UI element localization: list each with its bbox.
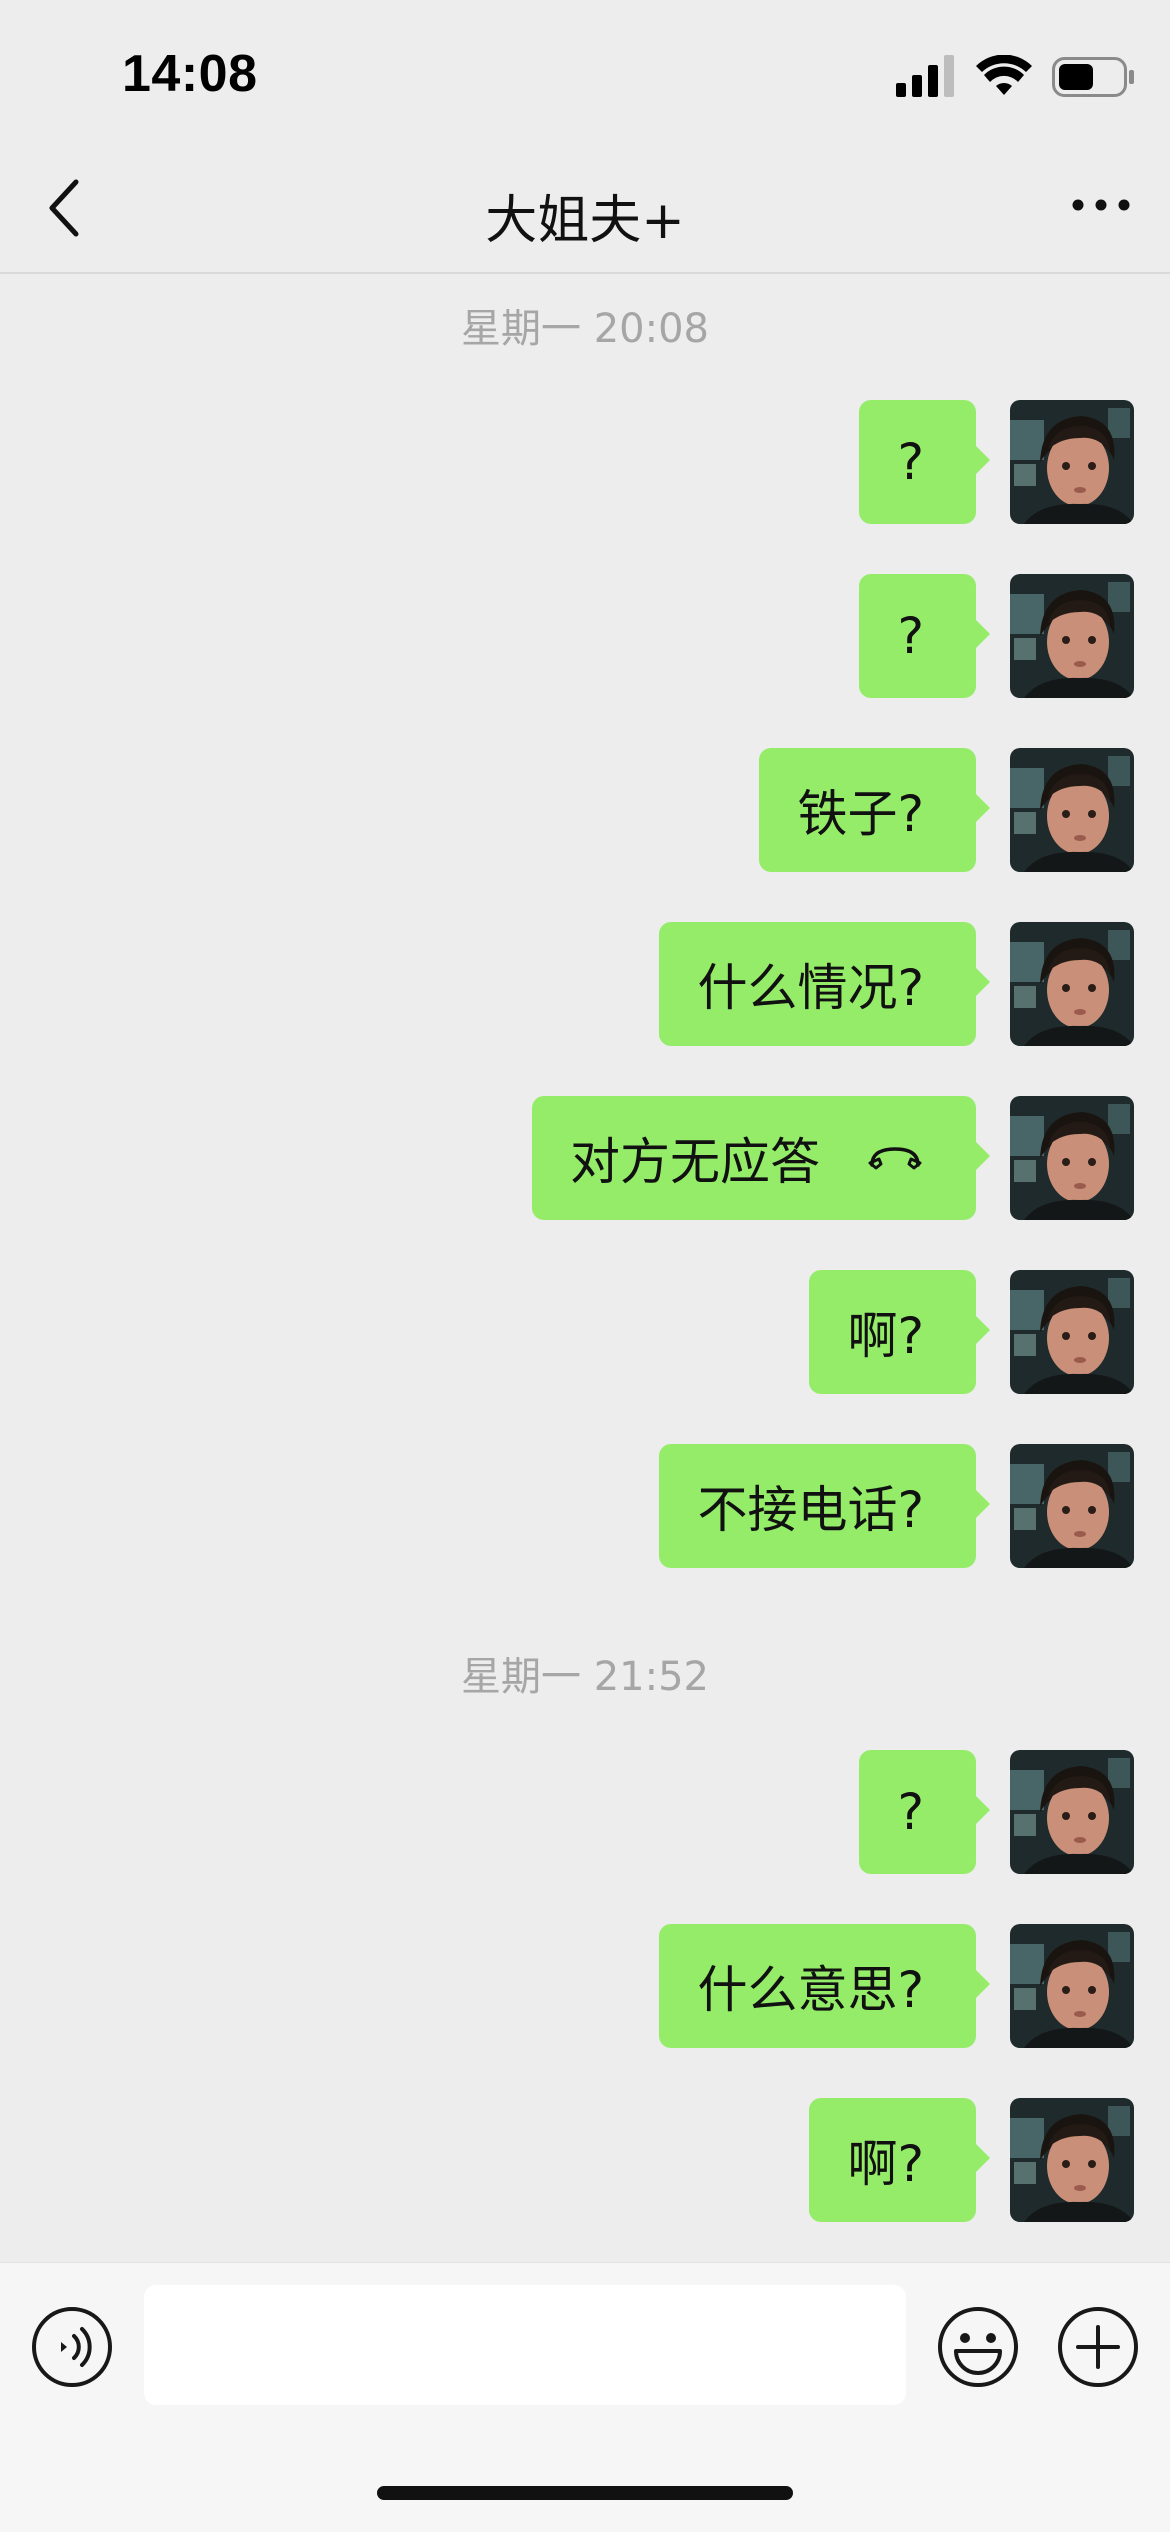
message-text: ? [897,433,924,491]
message-bubble[interactable]: 啊? [809,1270,990,1394]
avatar[interactable] [1010,400,1134,524]
message-text: 什么情况? [697,959,924,1017]
message-row: 啊? [34,1270,1134,1394]
message-text: ? [897,1783,924,1841]
message-row: ? [34,574,1134,698]
message-row: 铁子? [34,748,1134,872]
message-row: 不接电话? [34,1444,1134,1568]
call-record-bubble[interactable]: 对方无应答 [532,1096,990,1220]
avatar[interactable] [1010,922,1134,1046]
chat-timestamp: 星期一 21:52 [461,1654,709,1700]
message-bubble[interactable]: ? [859,400,990,524]
plus-icon[interactable] [1056,2305,1140,2389]
message-row: 啊? [34,2098,1134,2222]
message-bubble[interactable]: 铁子? [759,748,990,872]
avatar[interactable] [1010,2098,1134,2222]
chat-title: 大姐夫+ [485,191,685,251]
message-bubble[interactable]: 什么情况? [659,922,990,1046]
avatar[interactable] [1010,574,1134,698]
emoji-icon[interactable] [936,2305,1020,2389]
status-icons [896,55,1136,101]
avatar[interactable] [1010,748,1134,872]
message-text: 对方无应答 [570,1133,820,1191]
message-row: ? [34,1750,1134,1874]
chat-screen: 14:08 大姐夫+ 星期一 20:08 ? ? 铁子? 什么情况? 对方无应答… [0,0,1170,2532]
message-row: ? [34,400,1134,524]
voice-input-icon[interactable] [30,2305,114,2389]
more-options-icon[interactable] [1066,180,1136,230]
message-bubble[interactable]: 不接电话? [659,1444,990,1568]
message-text: 铁子? [797,785,924,843]
message-bubble[interactable]: ? [859,1750,990,1874]
nav-bar: 大姐夫+ [0,150,1170,274]
message-row: 什么意思? [34,1924,1134,2048]
message-row: 对方无应答 [34,1096,1134,1220]
status-time: 14:08 [122,45,258,103]
message-bubble[interactable]: ? [859,574,990,698]
avatar[interactable] [1010,1444,1134,1568]
message-text: 啊? [847,2135,924,2193]
message-bubble[interactable]: 什么意思? [659,1924,990,2048]
battery-icon [1052,57,1134,97]
phone-hangup-icon [868,1147,922,1170]
avatar[interactable] [1010,1750,1134,1874]
status-bar: 14:08 [0,0,1170,150]
avatar[interactable] [1010,1924,1134,2048]
wifi-icon [976,55,1032,95]
message-text: 不接电话? [697,1481,924,1539]
message-bubble[interactable]: 啊? [809,2098,990,2222]
message-input[interactable] [144,2285,906,2405]
avatar[interactable] [1010,1096,1134,1220]
message-text: ? [897,607,924,665]
message-text: 什么意思? [697,1961,924,2019]
message-text: 啊? [847,1307,924,1365]
avatar[interactable] [1010,1270,1134,1394]
home-indicator[interactable] [377,2486,793,2500]
chat-timestamp: 星期一 20:08 [461,306,709,352]
message-row: 什么情况? [34,922,1134,1046]
cellular-signal-icon [896,55,954,97]
